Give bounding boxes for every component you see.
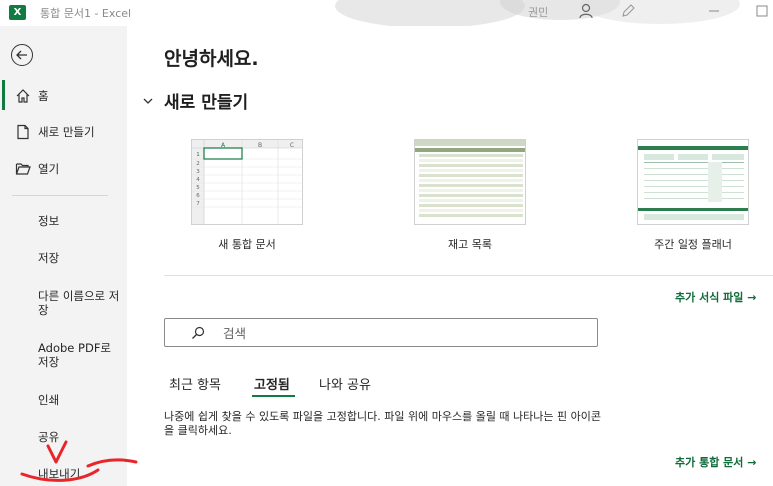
pinned-empty-description: 나중에 쉽게 찾을 수 있도록 파일을 고정합니다. 파일 위에 마우스를 올릴… (164, 410, 602, 437)
sidebar-item-label: Adobe PDF로 저장 (38, 341, 112, 369)
minimize-icon[interactable] (706, 3, 722, 19)
sidebar-item-label: 정보 (38, 214, 60, 228)
folder-open-icon (15, 163, 31, 175)
sidebar-item-label: 인쇄 (38, 393, 60, 407)
template-inventory-list[interactable] (414, 139, 526, 225)
sidebar-divider (12, 195, 108, 196)
window-title: 통합 문서1 - Excel (40, 7, 132, 20)
back-button[interactable] (11, 44, 33, 66)
pen-icon[interactable] (620, 3, 636, 19)
active-tab-indicator (252, 395, 295, 397)
column-header-c: C (290, 142, 294, 149)
row-header-7: 7 (196, 201, 200, 207)
template-label-inventory: 재고 목록 (448, 238, 492, 251)
title-bar: X 통합 문서1 - Excel 권민 (0, 0, 773, 28)
template-label-blank: 새 통합 문서 (218, 238, 276, 251)
column-header-b: B (258, 142, 262, 149)
sidebar-item-label: 새로 만들기 (38, 125, 95, 139)
sidebar-item-label: 열기 (38, 162, 60, 176)
row-header-5: 5 (196, 185, 200, 191)
home-icon (16, 89, 30, 103)
excel-logo-icon: X (9, 5, 26, 20)
row-header-1: 1 (196, 152, 200, 158)
sidebar-item-label: 홈 (38, 89, 49, 103)
user-name[interactable]: 권민 (528, 4, 548, 20)
chevron-down-icon[interactable] (143, 96, 153, 106)
tab-pinned[interactable]: 고정됨 (254, 374, 290, 393)
template-blank-workbook[interactable]: A B C 1 2 3 4 5 6 7 (191, 139, 303, 225)
template-weekly-planner[interactable] (637, 139, 749, 225)
weekly-planner-thumbnail (638, 146, 748, 220)
row-header-4: 4 (196, 177, 200, 183)
row-header-2: 2 (196, 161, 200, 167)
sidebar-item-label: 저장 (38, 251, 60, 265)
inventory-thumbnail (415, 140, 525, 217)
row-header-3: 3 (196, 169, 200, 175)
search-icon (192, 326, 205, 339)
sidebar-item-label: 다른 이름으로 저장 (38, 289, 120, 317)
row-header-6: 6 (196, 193, 200, 199)
search-input[interactable] (223, 323, 583, 343)
account-icon[interactable] (578, 3, 594, 19)
greeting-heading: 안녕하세요. (164, 48, 259, 70)
blank-workbook-thumbnail: A B C 1 2 3 4 5 6 7 (192, 140, 302, 224)
tab-recent[interactable]: 최근 항목 (169, 374, 221, 393)
more-templates-link[interactable]: 추가 서식 파일 → (675, 289, 756, 305)
sidebar-item-label: 공유 (38, 430, 60, 444)
maximize-icon[interactable] (754, 3, 770, 19)
new-section-title: 새로 만들기 (164, 93, 249, 113)
template-label-weekly-planner: 주간 일정 플래너 (654, 238, 732, 251)
section-separator (164, 275, 773, 276)
home-pane: 안녕하세요. 새로 만들기 A B C 1 2 3 4 5 6 7 새 통합 문… (127, 26, 773, 486)
tab-shared-with-me[interactable]: 나와 공유 (319, 374, 371, 393)
more-workbooks-link[interactable]: 추가 통합 문서 → (675, 454, 756, 470)
backstage-sidebar: 홈 새로 만들기 열기 정보 저장 다른 이름으로 저장 Adobe PDF로 … (0, 26, 127, 486)
new-file-icon (17, 124, 29, 140)
search-box[interactable] (164, 318, 598, 347)
arrow-left-icon (16, 50, 27, 60)
sidebar-item-label: 내보내기 (38, 467, 81, 481)
